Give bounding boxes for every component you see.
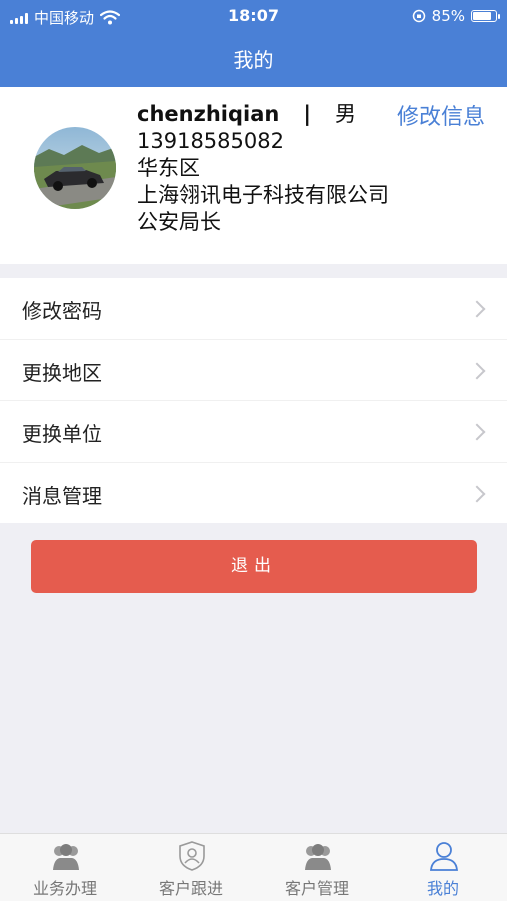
tab-customer-followup[interactable]: 客户跟进 <box>128 834 254 901</box>
tab-business[interactable]: 业务办理 <box>2 834 128 901</box>
tab-label: 客户跟进 <box>158 879 223 898</box>
tab-label: 客户管理 <box>284 879 349 898</box>
chevron-right-icon <box>468 423 486 441</box>
gender: 男 <box>335 102 356 126</box>
avatar-car-image <box>34 127 116 209</box>
person-icon <box>430 842 458 871</box>
name-separator: | <box>303 102 311 126</box>
tab-customer-management[interactable]: 客户管理 <box>254 834 380 901</box>
menu-item-message-management[interactable]: 消息管理 <box>0 461 507 524</box>
top-bar: 中国移动 18:07 85% 我的 <box>0 0 507 87</box>
tab-label: 我的 <box>426 879 459 898</box>
menu-item-change-company[interactable]: 更换单位 <box>0 400 507 462</box>
edit-info-button[interactable]: 修改信息 <box>397 99 485 131</box>
menu-item-label: 更换单位 <box>22 422 102 446</box>
battery-percent: 85% <box>431 7 465 25</box>
name-line: chenzhiqian | 男 <box>137 101 389 128</box>
settings-menu: 修改密码 更换地区 更换单位 消息管理 <box>0 278 507 523</box>
menu-item-label: 修改密码 <box>22 299 102 323</box>
orientation-lock-icon <box>412 9 425 23</box>
avatar[interactable] <box>34 127 116 209</box>
shield-user-icon <box>179 841 205 871</box>
region: 华东区 <box>137 156 200 180</box>
phone-number: 13918585082 <box>137 129 284 153</box>
job-title: 公安局长 <box>137 210 221 234</box>
page-title: 我的 <box>233 48 274 72</box>
chevron-right-icon <box>468 300 486 318</box>
status-bar: 中国移动 18:07 85% <box>0 0 507 32</box>
username: chenzhiqian <box>137 102 280 126</box>
tab-bar: 业务办理 客户跟进 客户管理 我的 <box>0 833 507 901</box>
battery-icon <box>471 10 500 22</box>
tab-label: 业务办理 <box>32 879 97 898</box>
status-right: 85% <box>412 7 500 25</box>
profile-info: chenzhiqian | 男 13918585082 华东区 上海翎讯电子科技… <box>137 101 389 236</box>
menu-item-change-region[interactable]: 更换地区 <box>0 338 507 401</box>
logout-button[interactable]: 退出 <box>31 540 477 593</box>
profile-card: chenzhiqian | 男 13918585082 华东区 上海翎讯电子科技… <box>0 87 507 264</box>
people-icon <box>53 844 79 870</box>
people-icon <box>305 844 331 870</box>
menu-item-label: 更换地区 <box>22 360 102 385</box>
chevron-right-icon <box>468 362 486 379</box>
chevron-right-icon <box>468 485 486 502</box>
company: 上海翎讯电子科技有限公司 <box>137 183 389 207</box>
tab-mine[interactable]: 我的 <box>380 834 506 901</box>
menu-item-label: 消息管理 <box>22 483 102 508</box>
menu-item-change-password[interactable]: 修改密码 <box>0 278 507 339</box>
